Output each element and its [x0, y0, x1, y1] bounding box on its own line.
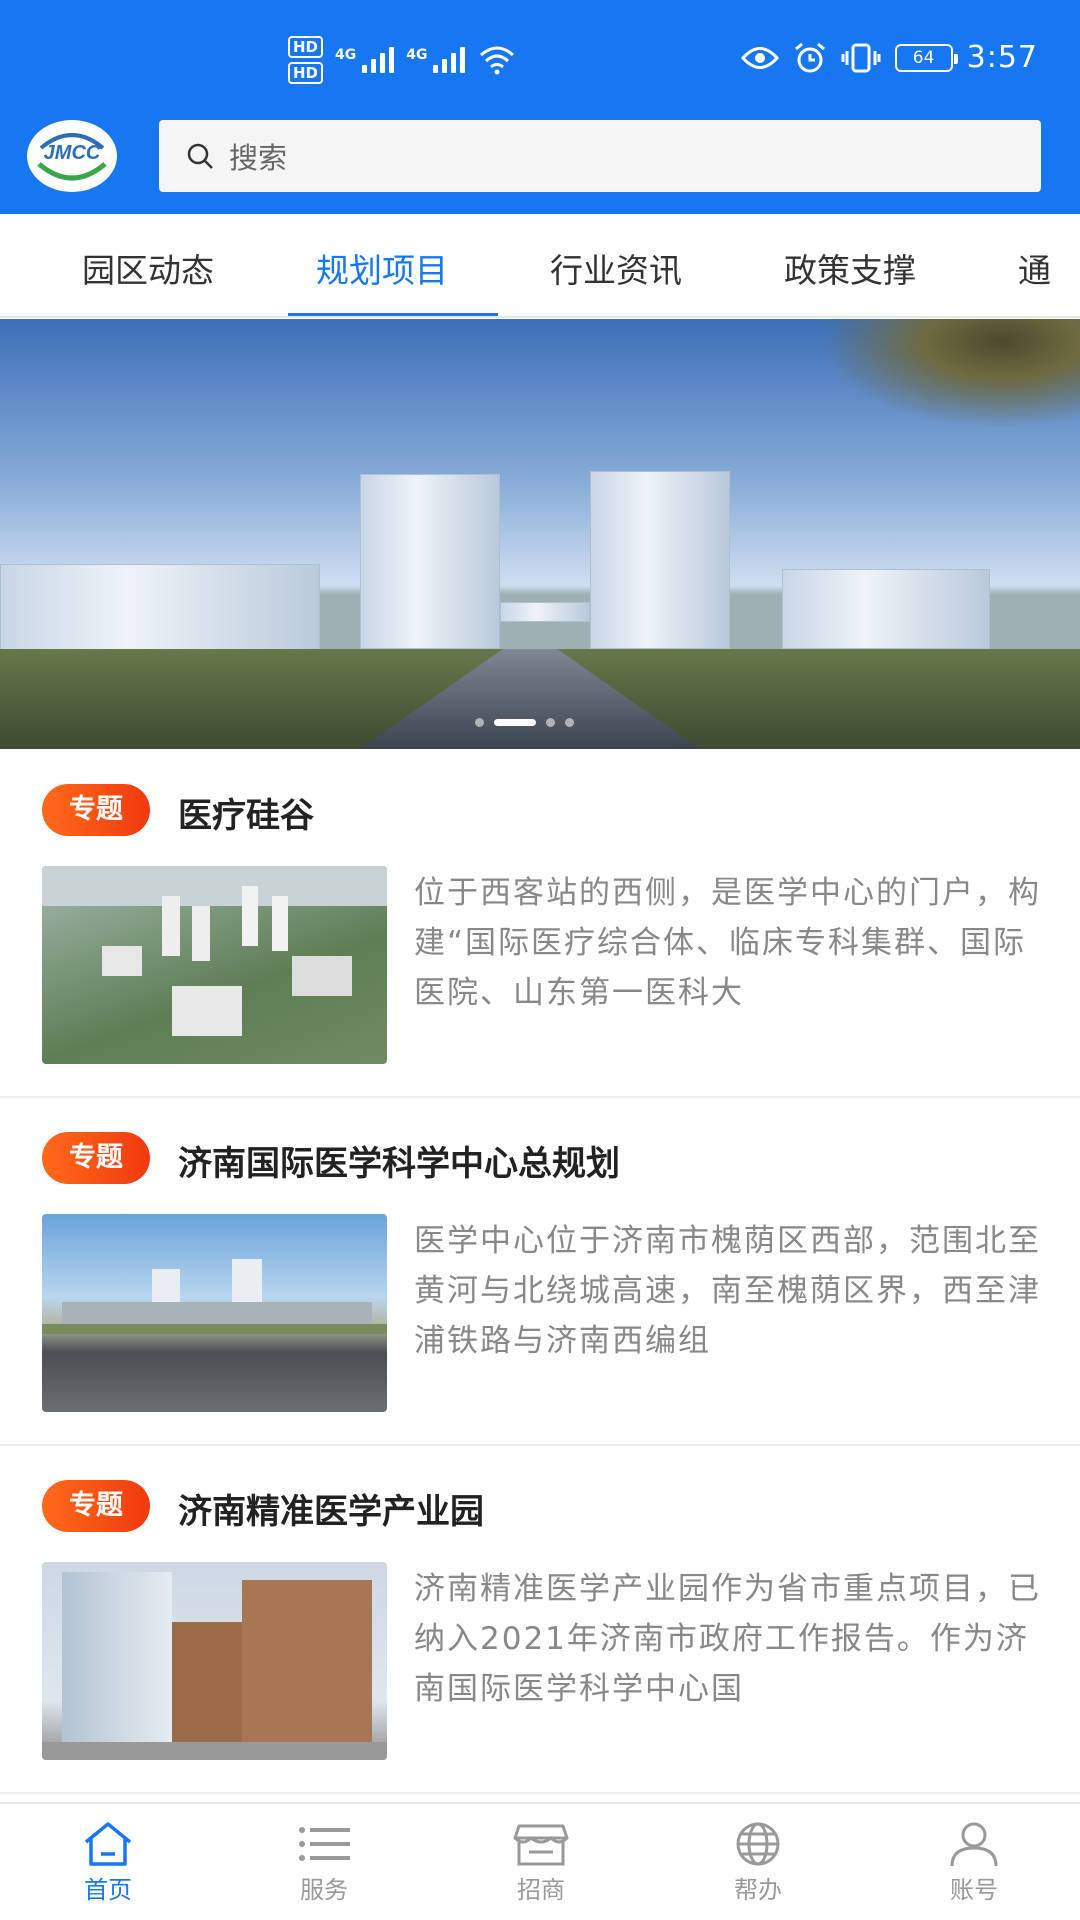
banner-bridge	[500, 602, 590, 622]
tab-planning-projects[interactable]: 规划项目	[316, 244, 448, 292]
tab-park-news[interactable]: 园区动态	[82, 244, 214, 292]
carousel-dot[interactable]	[546, 718, 555, 727]
banner-building	[590, 471, 730, 649]
battery-icon: 64	[894, 43, 958, 72]
header: HD HD 4G 4G 64 3:57 JMCC 搜索	[0, 0, 1080, 214]
nav-label: 账号	[950, 1876, 998, 1904]
item-description: 位于西客站的西侧，是医学中心的门户，构建“国际医疗综合体、临床专科集群、国际医院…	[414, 875, 1041, 1011]
nav-label: 首页	[84, 1876, 132, 1904]
banner-building	[782, 569, 990, 649]
tab-more[interactable]: 通	[1018, 244, 1051, 292]
bottom-nav: 首页 服务 招商 帮办 账号	[0, 1802, 1080, 1920]
nav-label: 服务	[300, 1876, 348, 1904]
eye-icon	[740, 46, 779, 69]
nav-home[interactable]: 首页	[38, 1820, 178, 1905]
item-title: 济南精准医学产业园	[178, 1492, 484, 1532]
hd-badge-2: HD	[288, 62, 324, 84]
signal-icon-2: 4G	[406, 47, 466, 73]
search-placeholder: 搜索	[229, 141, 288, 175]
active-tab-indicator	[288, 313, 498, 316]
item-thumbnail	[42, 866, 387, 1064]
list-icon	[299, 1827, 350, 1861]
list-item[interactable]: 专题 济南国际医学科学中心总规划 医学中心位于济南市槐荫区西部，范围北至黄河与北…	[0, 1098, 1080, 1446]
banner-building	[360, 474, 500, 649]
network-type-1: 4G	[335, 47, 357, 63]
hd-indicators: HD HD	[288, 36, 324, 84]
nav-assist[interactable]: 帮办	[688, 1820, 828, 1905]
banner-tree	[820, 319, 1080, 429]
item-title: 济南国际医学科学中心总规划	[178, 1144, 620, 1184]
nav-services[interactable]: 服务	[254, 1820, 394, 1905]
store-icon	[513, 1824, 569, 1866]
status-left: HD HD 4G 4G	[288, 36, 517, 84]
nav-account[interactable]: 账号	[904, 1820, 1044, 1905]
carousel-indicator	[475, 718, 574, 727]
network-type-2: 4G	[406, 47, 428, 63]
nav-label: 招商	[517, 1876, 565, 1904]
banner-building	[0, 564, 320, 654]
app-screen: HD HD 4G 4G 64 3:57 JMCC 搜索 园区动态 规划项目 行业…	[0, 0, 1080, 1920]
globe-icon	[736, 1822, 780, 1866]
banner-carousel[interactable]	[0, 319, 1080, 749]
app-logo[interactable]: JMCC	[27, 120, 117, 192]
alarm-icon	[794, 42, 825, 72]
clock: 3:57	[966, 40, 1038, 75]
tab-policy-support[interactable]: 政策支撑	[784, 244, 916, 292]
item-description: 医学中心位于济南市槐荫区西部，范围北至黄河与北绕城高速，南至槐荫区界，西至津浦铁…	[414, 1223, 1041, 1359]
nav-investment[interactable]: 招商	[471, 1820, 611, 1905]
home-icon	[84, 1822, 132, 1866]
hd-badge-1: HD	[288, 36, 324, 58]
nav-label: 帮办	[734, 1876, 782, 1904]
vibrate-icon	[841, 43, 881, 72]
signal-icon-1: 4G	[335, 47, 395, 73]
item-title: 医疗硅谷	[178, 796, 314, 836]
item-description: 济南精准医学产业园作为省市重点项目，已纳入2021年济南市政府工作报告。作为济南…	[414, 1571, 1041, 1707]
user-icon	[950, 1822, 998, 1867]
tab-industry-news[interactable]: 行业资讯	[550, 244, 682, 292]
topic-tag: 专题	[42, 784, 150, 836]
list-item[interactable]: 专题 医疗硅谷 位于西客站的西侧，是医学中心的门户，构建“国际医疗综合体、临床专…	[0, 750, 1080, 1098]
carousel-dot-active[interactable]	[494, 719, 536, 726]
topic-tag: 专题	[42, 1132, 150, 1184]
search-icon	[187, 143, 213, 169]
wifi-icon	[480, 46, 515, 75]
topic-tag: 专题	[42, 1480, 150, 1532]
status-bar: HD HD 4G 4G 64 3:57	[0, 0, 1080, 120]
item-thumbnail	[42, 1562, 387, 1760]
list-item[interactable]: 专题 济南精准医学产业园 济南精准医学产业园作为省市重点项目，已纳入2021年济…	[0, 1446, 1080, 1794]
category-tabs: 园区动态 规划项目 行业资讯 政策支撑 通	[0, 214, 1080, 318]
carousel-dot[interactable]	[475, 718, 484, 727]
search-bar[interactable]: 搜索	[159, 120, 1041, 192]
item-thumbnail	[42, 1214, 387, 1412]
logo-text: JMCC	[43, 142, 101, 164]
status-right: 64 3:57	[740, 40, 1038, 75]
carousel-dot[interactable]	[565, 718, 574, 727]
